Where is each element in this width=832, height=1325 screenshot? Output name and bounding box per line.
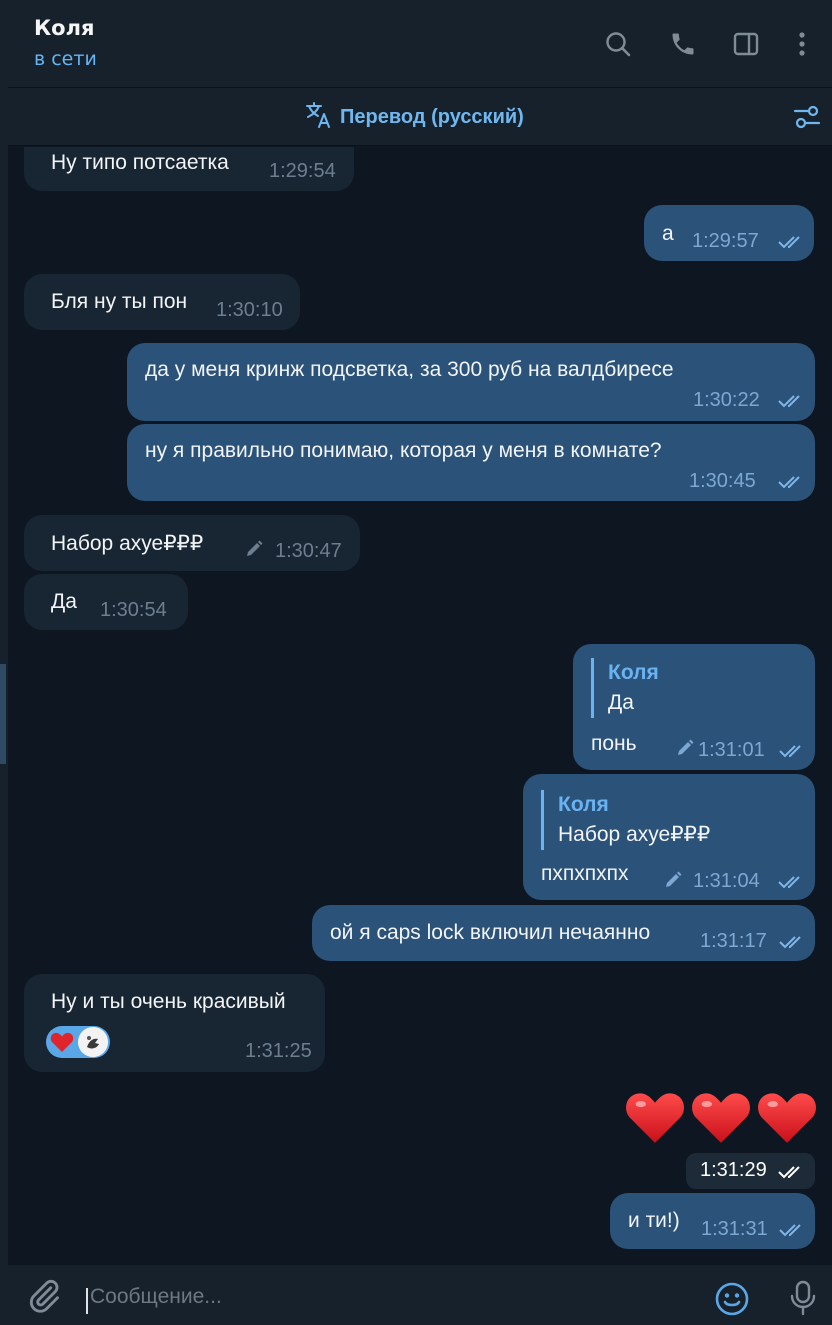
heart-emoji-icon [692, 1093, 750, 1143]
message-text: Набор ахуе₽₽₽ [51, 532, 204, 555]
message-time: 1:30:10 [216, 299, 283, 321]
message-text: а [662, 222, 674, 245]
reply-author: Коля [608, 661, 659, 684]
message-text: Да [51, 590, 77, 613]
reply-quote[interactable]: Коля Набор ахуе₽₽₽ [541, 790, 710, 850]
message-text: да у меня кринж подсветка, за 300 руб на… [145, 358, 674, 381]
message-time: 1:30:54 [100, 599, 167, 621]
message-time: 1:31:31 [701, 1218, 768, 1240]
outgoing-message[interactable]: ой я caps lock включил нечаянно 1:31:17 [312, 905, 815, 961]
message-text: ой я caps lock включил нечаянно [330, 921, 651, 944]
message-time: 1:31:25 [245, 1040, 312, 1062]
message-text: пхпхпхпх [541, 862, 629, 885]
message-text: и ти!) [628, 1209, 680, 1232]
message-text: Бля ну ты пон [51, 290, 188, 313]
message-text: понь [591, 732, 637, 755]
heart-reaction-icon [48, 1028, 76, 1056]
sidebar-panel-icon[interactable] [728, 26, 764, 62]
outgoing-message[interactable]: ну я правильно понимаю, которая у меня в… [127, 424, 815, 501]
window-edge [0, 0, 8, 1325]
paperclip-icon[interactable] [26, 1277, 62, 1315]
read-check-icon [779, 1224, 801, 1237]
incoming-message[interactable]: Ну и ты очень красивый 1:31:25 [24, 974, 325, 1072]
message-time: 1:29:57 [692, 230, 759, 252]
incoming-message[interactable]: Ну типо потсаетка 1:29:54 [24, 147, 354, 191]
chat-header: Коля в сети [8, 0, 832, 88]
message-text: Ну типо потсаетка [51, 151, 229, 174]
message-text: ну я правильно понимаю, которая у меня в… [145, 439, 662, 462]
contact-status: в сети [34, 48, 97, 70]
reply-author: Коля [558, 793, 609, 816]
incoming-message[interactable]: Набор ахуе₽₽₽ 1:30:47 [24, 515, 360, 571]
message-time: 1:30:47 [275, 540, 342, 562]
reply-quote[interactable]: Коля Да [591, 658, 659, 718]
heart-emoji-icon [758, 1093, 816, 1143]
phone-icon[interactable] [665, 26, 701, 62]
message-time: 1:30:22 [693, 389, 760, 411]
translation-bar: Перевод (русский) [8, 88, 832, 146]
read-check-icon [778, 236, 800, 249]
read-check-icon [778, 476, 800, 489]
message-time: 1:29:54 [269, 160, 336, 182]
outgoing-reply-message[interactable]: Коля Набор ахуе₽₽₽ пхпхпхпх 1:31:04 [523, 774, 815, 900]
incoming-message[interactable]: Да 1:30:54 [24, 574, 188, 630]
read-check-icon [778, 395, 800, 408]
translate-button[interactable]: Перевод (русский) [304, 100, 524, 134]
reply-text: Да [608, 691, 634, 714]
message-time: 1:30:45 [689, 470, 756, 492]
translate-icon [304, 100, 334, 134]
message-list[interactable]: Ну типо потсаетка 1:29:54 а 1:29:57 Бля … [8, 147, 832, 1265]
edited-pencil-icon [678, 739, 694, 755]
left-scroll-indicator [0, 664, 6, 764]
heart-emoji-icon [626, 1093, 684, 1143]
search-icon[interactable] [600, 26, 636, 62]
outgoing-message[interactable]: а 1:29:57 [644, 205, 814, 261]
emoji-message[interactable] [624, 1087, 818, 1147]
translate-label: Перевод (русский) [340, 105, 524, 128]
contact-name[interactable]: Коля [34, 16, 94, 40]
edited-pencil-icon [666, 871, 682, 887]
message-input[interactable] [90, 1279, 690, 1315]
read-check-icon [778, 1166, 800, 1179]
text-caret [86, 1288, 88, 1314]
message-text: Ну и ты очень красивый [51, 990, 286, 1013]
message-reactions[interactable] [46, 1026, 110, 1058]
avatar [78, 1027, 108, 1057]
outgoing-message[interactable]: да у меня кринж подсветка, за 300 руб на… [127, 343, 815, 421]
sliders-icon[interactable] [792, 102, 822, 132]
outgoing-reply-message[interactable]: Коля Да понь 1:31:01 [573, 644, 815, 770]
more-vertical-icon[interactable] [784, 26, 820, 62]
message-composer [8, 1265, 832, 1325]
edited-pencil-icon [247, 540, 263, 556]
message-time: 1:31:17 [700, 930, 767, 952]
incoming-message[interactable]: Бля ну ты пон 1:30:10 [24, 274, 300, 330]
message-time: 1:31:04 [693, 870, 760, 892]
reply-text: Набор ахуе₽₽₽ [558, 823, 711, 846]
emoji-icon[interactable] [714, 1281, 750, 1317]
read-check-icon [779, 745, 801, 758]
read-check-icon [778, 876, 800, 889]
message-time: 1:31:01 [698, 739, 765, 761]
emoji-time-pill: 1:31:29 [686, 1153, 815, 1189]
read-check-icon [779, 936, 801, 949]
microphone-icon[interactable] [788, 1279, 818, 1317]
outgoing-message[interactable]: и ти!) 1:31:31 [610, 1193, 815, 1249]
message-time: 1:31:29 [700, 1159, 767, 1181]
